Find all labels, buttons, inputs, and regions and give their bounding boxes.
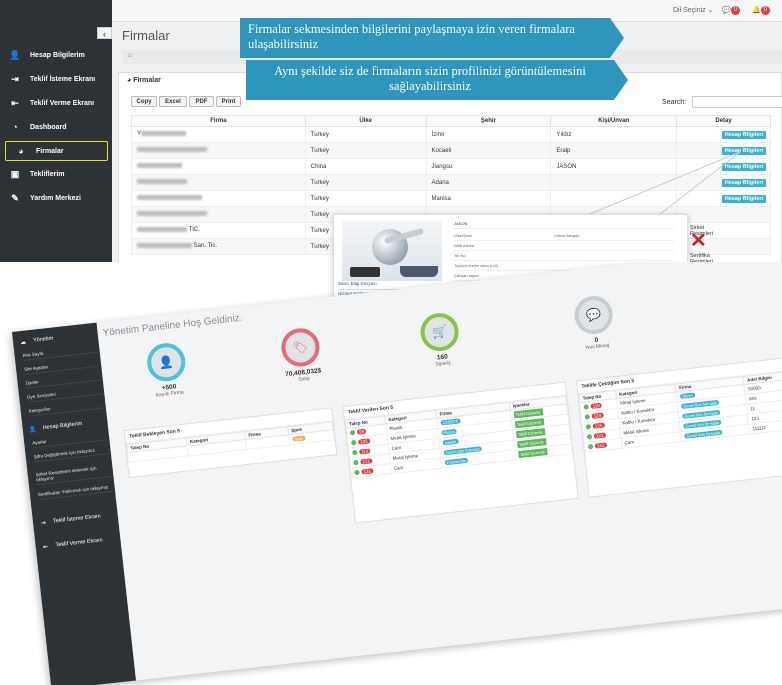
col-sehir[interactable]: Şehir xyxy=(425,115,552,127)
messages-indicator[interactable]: 💬 0 xyxy=(722,5,741,15)
detail-field: Web Adresi xyxy=(454,243,674,251)
sidebar-item-kategoriler[interactable]: Kategoriler xyxy=(28,400,104,417)
sidebar-item-site-ayarlari[interactable]: Site Ayarları xyxy=(23,358,100,375)
stat-satis: 🏷 70,408,032$ Satış xyxy=(259,324,344,386)
cart-icon: 🛒 xyxy=(418,311,461,354)
user-icon: 👤 xyxy=(28,426,37,434)
col-firma[interactable]: Firma xyxy=(131,115,306,127)
detail-field: Tel No xyxy=(454,253,674,261)
col-kisi[interactable]: Kişi/Unvan xyxy=(550,115,678,127)
sidebar-item-sifre[interactable]: Şifre Değiştirmek için tıklayınız. xyxy=(33,446,109,463)
dashboard-screen: ☁ Yönetim Ana Sayfa Site Ayarları Üyeler … xyxy=(0,262,782,685)
cross-icon: ✕ xyxy=(690,230,707,252)
sidebar-item-firmalar[interactable]: ◕ Firmalar xyxy=(5,141,108,161)
dashboard-icon: ◔ xyxy=(12,122,18,132)
teklif-verilen-box: Teklif Verilen Son 5 Talep No Kategori Fir… xyxy=(342,381,579,524)
hesap-bilgileri-button[interactable]: Hesap Bilgileri xyxy=(721,130,766,139)
user-icon: 👤 xyxy=(145,341,188,384)
sidebar-item-teklif-isteme[interactable]: ⇥ Teklif İsteme Ekranı xyxy=(0,67,112,91)
expand-icon[interactable] xyxy=(583,404,589,410)
teklif-bekleyen-box: Teklif Bekleyen Son 5 Talep No Kategori Fi… xyxy=(123,407,338,479)
col-ulke[interactable]: Ülke xyxy=(304,115,427,127)
sidebar-item-uyeler[interactable]: Üyeler xyxy=(25,372,101,389)
sidebar-item-uye-seviyeleri[interactable]: Üye Seviyeleri xyxy=(26,386,103,403)
expand-icon[interactable] xyxy=(584,414,591,420)
detail-field: Ülke/Şehir China/Jiangsu xyxy=(454,233,674,241)
sidebar-toggle-button[interactable]: ‹ xyxy=(97,27,112,39)
spek-badge[interactable]: Spek xyxy=(291,435,306,442)
search-input[interactable] xyxy=(692,96,782,108)
tag-icon: 🏷 xyxy=(279,326,322,369)
expand-icon[interactable] xyxy=(585,424,592,430)
expand-icon[interactable] xyxy=(350,440,357,446)
sidebar-item-yardim[interactable]: ✎ Yardım Merkezi xyxy=(0,186,112,210)
globe-icon: ◕ xyxy=(18,146,24,156)
sidebar-group-teklif-isteme[interactable]: ⇥ Teklif İsteme Ekranı xyxy=(32,508,118,531)
stat-yeni-mesaj: 💬 0 Yeni Mesaj xyxy=(552,292,637,354)
login-icon: ⇥ xyxy=(11,73,19,84)
help-icon: ✎ xyxy=(11,192,19,203)
callout-profil: Aynı şekilde siz de firmaların sizin pro… xyxy=(246,60,628,100)
logout-icon: ⇤ xyxy=(11,97,19,108)
user-icon: 👤 xyxy=(9,49,21,60)
expand-icon[interactable] xyxy=(587,444,594,450)
briefcase-icon: ▣ xyxy=(10,168,20,179)
table-row: Y Turkey İzmir Yıldız Hesap Bilgileri xyxy=(131,126,771,143)
panel-title: ◕ Firmalar xyxy=(127,77,161,84)
detail-name: JASON xyxy=(454,221,674,229)
sidebar-item-teklif-verme[interactable]: ⇤ Teklif Verme Ekranı xyxy=(0,91,112,115)
bell-icon: 🔔 xyxy=(752,7,761,14)
pdf-button[interactable]: PDF xyxy=(189,96,214,107)
page-title: Firmalar xyxy=(122,28,170,43)
dashboard-panel: ☁ Yönetim Ana Sayfa Site Ayarları Üyeler … xyxy=(12,262,782,685)
sidebar: ‹ 👤 Hesap Bilgilerim ⇥ Teklif İsteme Ekran… xyxy=(0,0,112,262)
excel-button[interactable]: Excel xyxy=(159,96,187,107)
sidebar-item-sertifikalar[interactable]: Sertifikaları Yüklemek için tıklayınız xyxy=(37,483,114,501)
sidebar-item-tekliflerim[interactable]: ▣ Tekliflerim xyxy=(0,162,112,186)
chat-icon: 💬 xyxy=(722,7,731,14)
home-icon[interactable]: ⌂ xyxy=(128,52,132,59)
teklife-cektigim-box: Teklife Çektiğim Son 5 Talep No Kategori F… xyxy=(575,356,782,498)
sidebar-group-teklif-verme[interactable]: ⇤ Teklif Verme Ekranı xyxy=(35,531,121,554)
search-label: Search: xyxy=(662,99,687,106)
sidebar-item-dashboard[interactable]: ◔ Dashboard xyxy=(0,115,112,139)
callout-firmalar: Firmalar sekmesinden bilgilerini paylaşm… xyxy=(240,18,624,58)
pointer-lines xyxy=(579,151,740,219)
chat-icon: 💬 xyxy=(572,294,615,337)
stat-siparis: 🛒 160 Sipariş xyxy=(398,309,483,371)
teklif-duzenle-button[interactable]: Teklif Düzenle xyxy=(517,448,548,459)
login-icon: ⇥ xyxy=(40,519,47,527)
dashboard-sidebar: ☁ Yönetim Ana Sayfa Site Ayarları Üyeler … xyxy=(12,322,136,685)
stat-kayitli-firma: 👤 +500 Kayıtlı Firma xyxy=(124,339,209,401)
logout-icon: ⇤ xyxy=(42,543,49,551)
expand-icon[interactable] xyxy=(354,469,360,476)
expand-icon[interactable] xyxy=(586,434,593,440)
expand-icon[interactable] xyxy=(349,430,356,436)
language-select[interactable]: Dil Seçiniz ⌄ xyxy=(673,6,714,14)
welcome-title: Yönetim Paneline Hoş Geldiniz. xyxy=(102,312,244,340)
copy-button[interactable]: Copy xyxy=(131,96,157,107)
sidebar-item-sirket-resimleri[interactable]: Şirket Resimlerini eklemek için tıklayın… xyxy=(35,464,112,486)
expand-icon[interactable] xyxy=(353,459,359,466)
notifications-indicator[interactable]: 🔔 0 xyxy=(752,5,771,15)
col-detay: Detay xyxy=(676,115,771,127)
expand-icon[interactable] xyxy=(352,450,358,456)
sidebar-item-hesap[interactable]: 👤 Hesap Bilgilerim xyxy=(0,43,112,67)
print-button[interactable]: Print xyxy=(216,96,241,107)
cloud-icon: ☁ xyxy=(19,339,27,346)
